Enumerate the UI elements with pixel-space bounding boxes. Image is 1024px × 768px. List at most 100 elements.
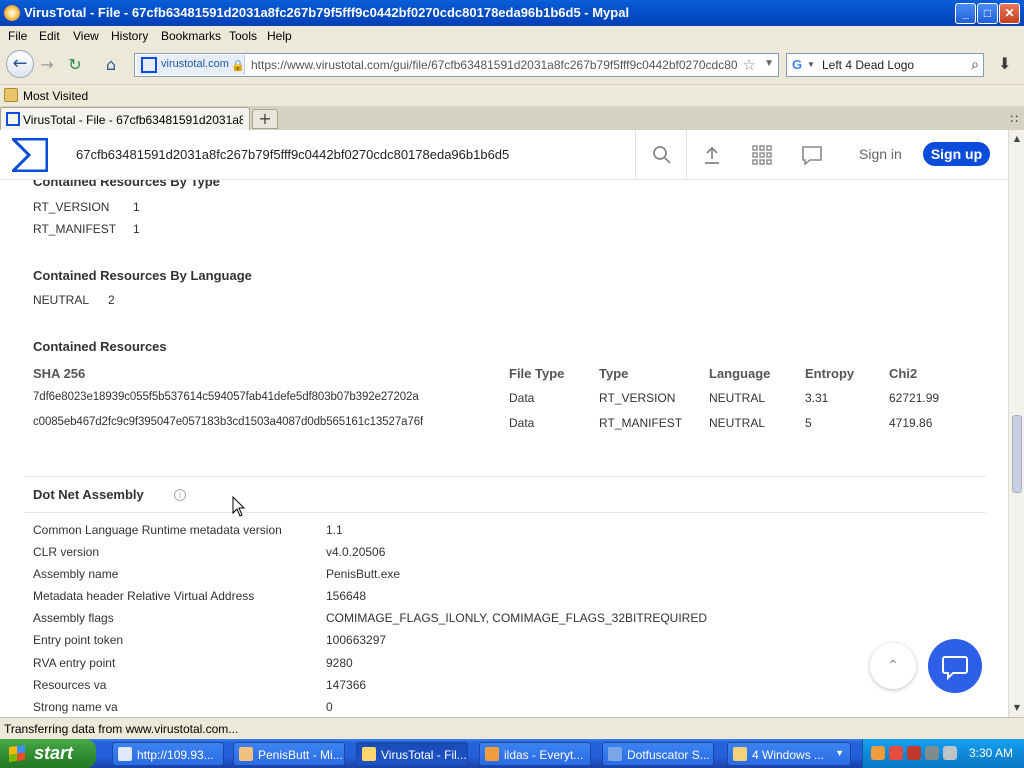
menu-bookmarks[interactable]: Bookmarks (161, 29, 221, 43)
taskbar-item-label: VirusTotal - Fil... (381, 748, 467, 762)
column-header-type: Type (599, 366, 629, 381)
search-icon (653, 146, 671, 164)
scrollbar-thumb[interactable] (1012, 415, 1022, 493)
taskbar-item[interactable]: ildas - Everyt... (479, 742, 591, 766)
apps-grid-icon[interactable] (751, 144, 773, 166)
home-icon[interactable]: ⌂ (98, 53, 124, 77)
antivirus-tray-icon[interactable] (889, 746, 903, 760)
menu-bar: File Edit View History Bookmarks Tools H… (0, 26, 1024, 46)
everything-search-icon (485, 747, 499, 761)
menu-view[interactable]: View (73, 29, 99, 43)
url-history-dropdown-icon[interactable]: ▼ (764, 58, 774, 69)
forward-icon[interactable]: → (34, 53, 60, 77)
list-all-tabs-icon[interactable]: ∷ (1010, 112, 1018, 126)
navigation-toolbar: ← → ↻ ⌂ virustotal.com 🔒 https://www.vir… (0, 46, 1024, 84)
dotnet-field-value: 156648 (326, 589, 367, 603)
window-title: VirusTotal - File - 67cfb63481591d2031a8… (24, 5, 630, 20)
sign-in-link[interactable]: Sign in (859, 146, 902, 162)
resource-sha256[interactable]: c0085eb467d2fc9c9f395047e057183b3cd1503a… (33, 416, 423, 428)
chat-feedback-button[interactable] (928, 639, 982, 693)
taskbar-item-label: PenisButt - Mi... (258, 748, 343, 762)
reload-icon[interactable]: ↻ (62, 53, 88, 77)
taskbar-item-label: http://109.93... (137, 748, 214, 762)
address-bar[interactable]: virustotal.com 🔒 https://www.virustotal.… (134, 53, 779, 77)
dotnet-field-value: v4.0.20506 (326, 545, 386, 559)
windows-taskbar: start http://109.93... PenisButt - Mi...… (0, 739, 1024, 768)
search-bar[interactable]: G ▼ Left 4 Dead Logo ⌕ (786, 53, 984, 77)
upload-icon[interactable] (701, 144, 723, 166)
bookmark-star-icon[interactable]: ☆ (743, 56, 756, 74)
menu-tools[interactable]: Tools (229, 29, 257, 43)
scroll-down-arrow-icon[interactable]: ▼ (1010, 701, 1024, 715)
taskbar-clock[interactable]: 3:30 AM (969, 746, 1013, 760)
virustotal-favicon-icon (6, 112, 20, 126)
menu-file[interactable]: File (8, 29, 27, 43)
taskbar-item[interactable]: PenisButt - Mi... (233, 742, 345, 766)
menu-edit[interactable]: Edit (39, 29, 60, 43)
resource-sha256[interactable]: 7df6e8023e18939c055f5b537614c594057fab41… (33, 391, 419, 403)
new-tab-button[interactable]: + (252, 109, 278, 129)
resource-type: RT_MANIFEST (599, 416, 683, 430)
security-tray-icon[interactable] (925, 746, 939, 760)
taskbar-item-label: Dotfuscator S... (627, 748, 710, 762)
menu-history[interactable]: History (111, 29, 148, 43)
chat-icon[interactable] (801, 144, 823, 166)
search-button[interactable] (635, 130, 687, 180)
system-tray: 3:30 AM (862, 739, 1024, 768)
browser-window-icon (118, 747, 132, 761)
taskbar-item-group[interactable]: 4 Windows ... ▼ (727, 742, 851, 766)
taskbar-item[interactable]: VirusTotal - Fil... (356, 742, 468, 766)
resource-file-type: Data (509, 416, 535, 430)
page-viewport: Contained Resources By Type RT_VERSION 1… (0, 130, 1008, 717)
taskbar-item[interactable]: Dotfuscator S... (602, 742, 714, 766)
mouse-cursor-icon (232, 496, 246, 517)
scroll-to-top-button[interactable]: ⌃ (870, 643, 916, 689)
tab-bar: VirusTotal - File - 67cfb63481591d2031a8… (0, 106, 1024, 130)
minimize-button[interactable]: _ (955, 3, 976, 24)
vertical-scrollbar[interactable]: ▲ ▼ (1008, 130, 1024, 717)
info-icon[interactable]: i (174, 489, 186, 501)
resource-language: NEUTRAL (709, 391, 766, 405)
resource-language-count: 2 (108, 293, 115, 307)
resource-type-count: 1 (133, 222, 140, 236)
virustotal-logo-icon[interactable] (12, 138, 48, 172)
column-header-file-type: File Type (509, 366, 565, 381)
start-button[interactable]: start (0, 739, 96, 768)
resource-language-name: NEUTRAL (33, 293, 90, 307)
taskbar-item[interactable]: http://109.93... (112, 742, 224, 766)
search-tray-icon[interactable] (871, 746, 885, 760)
window-title-bar[interactable]: VirusTotal - File - 67cfb63481591d2031a8… (0, 0, 1024, 26)
dotnet-field-label: RVA entry point (33, 656, 116, 670)
resource-entropy: 5 (805, 416, 812, 430)
search-icon[interactable]: ⌕ (971, 56, 979, 73)
dotnet-field-label: Resources va (33, 678, 107, 692)
resource-language: NEUTRAL (709, 416, 766, 430)
dotnet-field-label: CLR version (33, 545, 100, 559)
maximize-button[interactable]: □ (977, 3, 998, 24)
taskbar-item-label: ildas - Everyt... (504, 748, 584, 762)
bookmarks-toolbar: Most Visited (0, 84, 1024, 106)
back-icon[interactable]: ← (6, 50, 34, 78)
dotnet-field-label: Entry point token (33, 633, 124, 647)
file-hash-search[interactable]: 67cfb63481591d2031a8fc267b79f5fff9c0442b… (76, 147, 509, 162)
dotnet-field-label: Metadata header Relative Virtual Address (33, 589, 255, 603)
lock-icon: 🔒 (231, 60, 245, 72)
scroll-up-arrow-icon[interactable]: ▲ (1010, 132, 1024, 146)
search-input[interactable]: Left 4 Dead Logo (822, 58, 914, 72)
search-engine-dropdown-icon[interactable]: ▼ (807, 60, 815, 69)
google-search-engine-icon[interactable]: G (792, 57, 802, 72)
section-divider (24, 476, 986, 477)
download-icon[interactable]: ⬇ (998, 54, 1011, 73)
tab-virustotal[interactable]: VirusTotal - File - 67cfb63481591d2031a8… (0, 107, 250, 130)
shield-tray-icon[interactable] (907, 746, 921, 760)
bookmark-most-visited[interactable]: Most Visited (23, 89, 88, 103)
menu-help[interactable]: Help (267, 29, 292, 43)
sign-up-button[interactable]: Sign up (923, 142, 990, 166)
column-header-sha256: SHA 256 (33, 366, 86, 381)
close-button[interactable]: ✕ (999, 3, 1020, 24)
site-identity-button[interactable]: virustotal.com 🔒 (137, 55, 245, 75)
url-text[interactable]: https://www.virustotal.com/gui/file/67cf… (251, 58, 737, 72)
volume-tray-icon[interactable] (943, 746, 957, 760)
taskbar-item-label: 4 Windows ... (752, 748, 825, 762)
resources-by-language-title: Contained Resources By Language (33, 268, 252, 283)
